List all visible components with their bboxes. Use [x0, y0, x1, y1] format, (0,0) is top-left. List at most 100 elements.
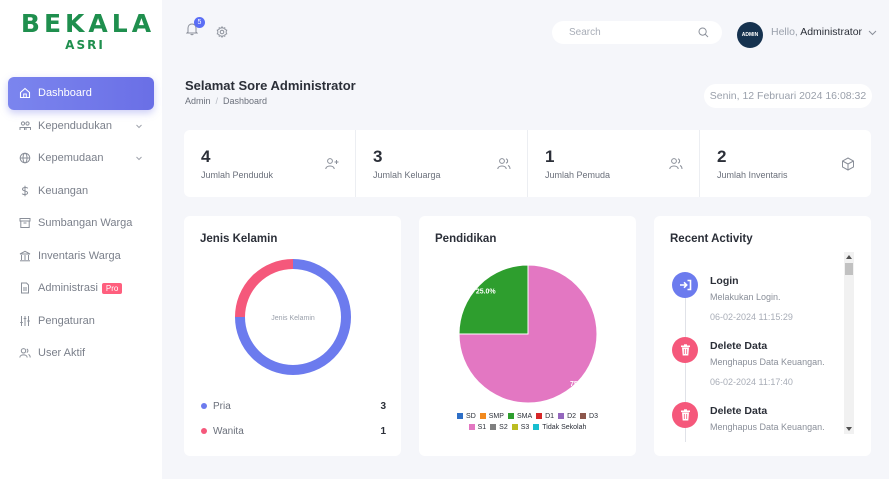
donut-center-label: Jenis Kelamin [271, 315, 315, 322]
stat-card-inventaris: 2 Jumlah Inventaris [700, 130, 871, 197]
document-icon [19, 282, 31, 294]
legend-swatch [533, 424, 540, 430]
people-icon [19, 120, 31, 132]
legend-item[interactable]: S2 [490, 422, 508, 433]
legend-label: D1 [545, 413, 555, 420]
stat-label: Jumlah Penduduk [201, 170, 274, 180]
activity-title: Delete Data [710, 340, 768, 352]
education-card: Pendidikan 25.0% 75.0% SD SMP SMA D1 D2 D3 S1 S2… [419, 216, 636, 456]
search-input[interactable] [552, 21, 722, 44]
sidebar-item-kepemudaan[interactable]: Kepemudaan [8, 142, 154, 175]
activity-title: Delete Data [710, 405, 768, 417]
page-title: Selamat Sore Administrator [185, 78, 356, 93]
legend-swatch [479, 413, 486, 419]
sidebar-item-label: Inventaris Warga [38, 249, 121, 262]
greeting-text: Hello, [771, 26, 798, 38]
activity-desc: Menghapus Data Keuangan. [710, 357, 825, 367]
activity-list[interactable]: Login Melakukan Login. 06-02-2024 11:15:… [666, 264, 846, 442]
stat-label: Jumlah Pemuda [545, 170, 611, 180]
pie-slice-sma[interactable] [458, 264, 529, 335]
user-plus-icon [325, 158, 339, 170]
sidebar-item-label: Kependudukan [38, 119, 113, 132]
sidebar-item-label: Pengaturan [38, 314, 95, 327]
dollar-icon [19, 185, 31, 197]
breadcrumb-item[interactable]: Admin [185, 96, 211, 106]
stat-value: 4 [201, 147, 211, 166]
legend-item[interactable]: S3 [511, 422, 529, 433]
legend-dot [201, 428, 207, 435]
sidebar-nav: Dashboard Kependudukan Kepemudaan Keuang… [8, 77, 154, 370]
stats-row: 4 Jumlah Penduduk 3 Jumlah Keluarga 1 Ju… [184, 130, 871, 197]
legend-item[interactable]: Tidak Sekolah [533, 422, 586, 433]
sidebar-item-label: Kepemudaan [38, 152, 104, 165]
legend-item[interactable]: D1 [536, 411, 554, 422]
sidebar-item-inventaris-warga[interactable]: Inventaris Warga [8, 240, 154, 273]
legend-label: Tidak Sekolah [542, 424, 587, 431]
sidebar-item-label: Keuangan [38, 184, 89, 197]
stat-value: 1 [545, 147, 555, 166]
card-title: Pendidikan [435, 233, 497, 245]
legend-label: Pria [213, 401, 231, 412]
scrollbar-thumb[interactable] [845, 263, 853, 275]
stat-value: 3 [373, 147, 383, 166]
sidebar-item-label: User Aktif [38, 347, 86, 360]
legend-item[interactable]: SMA [507, 411, 533, 422]
legend-swatch [536, 413, 543, 419]
sidebar-item-label: Administrasi [38, 282, 98, 295]
notification-count-badge: 5 [194, 17, 205, 28]
legend-label: SD [466, 413, 476, 420]
legend-item[interactable]: SMP [479, 411, 504, 422]
legend-item[interactable]: S1 [468, 422, 486, 433]
sidebar: BEKALA ASRI Dashboard Kependudukan Kepem… [0, 0, 162, 479]
legend-label: SMA [516, 413, 533, 420]
sidebar-item-label: Sumbangan Warga [38, 217, 133, 230]
activity-scrollbar[interactable] [844, 252, 854, 434]
stat-card-pemuda: 1 Jumlah Pemuda [528, 130, 700, 197]
datetime-display: Senin, 12 Februari 2024 16:08:32 [704, 84, 872, 108]
legend-value: 1 [380, 426, 386, 437]
sidebar-item-user-aktif[interactable]: User Aktif [8, 337, 154, 370]
pie-slice-label: 75.0% [570, 381, 591, 388]
trash-icon [672, 337, 698, 363]
donut-slice-wanita[interactable] [235, 259, 294, 318]
breadcrumb: Admin / Dashboard [185, 96, 268, 106]
activity-desc: Menghapus Data Keuangan. [710, 422, 825, 432]
user-icon [19, 347, 31, 359]
chevron-down-icon[interactable] [868, 30, 877, 36]
sidebar-item-dashboard[interactable]: Dashboard [8, 77, 154, 110]
scroll-down-arrow[interactable] [846, 427, 852, 431]
scroll-up-arrow[interactable] [846, 255, 852, 259]
gear-icon[interactable] [216, 26, 228, 38]
sidebar-item-kependudukan[interactable]: Kependudukan [8, 110, 154, 143]
search-icon[interactable] [698, 27, 709, 38]
stat-value: 2 [717, 147, 727, 166]
brand-logo[interactable]: BEKALA ASRI [18, 9, 158, 53]
home-icon [19, 87, 31, 99]
user-menu[interactable]: Hello, Administrator [771, 26, 862, 38]
brand-name: BEKALA [20, 9, 156, 38]
activity-time: 06-02-2024 11:15:29 [710, 312, 793, 322]
sidebar-item-keuangan[interactable]: Keuangan [8, 175, 154, 208]
legend-item-wanita: Wanita 1 [201, 426, 386, 437]
sidebar-item-pengaturan[interactable]: Pengaturan [8, 305, 154, 338]
legend-item[interactable]: SD [457, 411, 476, 422]
sidebar-item-label: Dashboard [38, 87, 92, 100]
sidebar-item-sumbangan-warga[interactable]: Sumbangan Warga [8, 207, 154, 240]
legend-swatch [490, 424, 497, 430]
pie-slice-label: 25.0% [476, 289, 497, 296]
stat-label: Jumlah Keluarga [373, 170, 441, 180]
stat-label: Jumlah Inventaris [717, 170, 788, 180]
legend-label: D2 [567, 413, 577, 420]
legend-item[interactable]: D3 [580, 411, 598, 422]
legend-swatch [580, 413, 587, 419]
legend-label: D3 [589, 413, 598, 420]
chart-legend: SD SMP SMA D1 D2 D3 S1 S2 S3 Tidak Sekolah [419, 411, 636, 433]
legend-label: Wanita [213, 426, 244, 437]
users-icon [669, 158, 683, 170]
activity-title: Login [710, 275, 739, 287]
login-icon [672, 272, 698, 298]
avatar[interactable]: ADMIN [737, 22, 763, 48]
cube-icon [842, 157, 854, 171]
sidebar-item-administrasi[interactable]: Administrasi Pro [8, 272, 154, 305]
legend-item[interactable]: D2 [558, 411, 576, 422]
